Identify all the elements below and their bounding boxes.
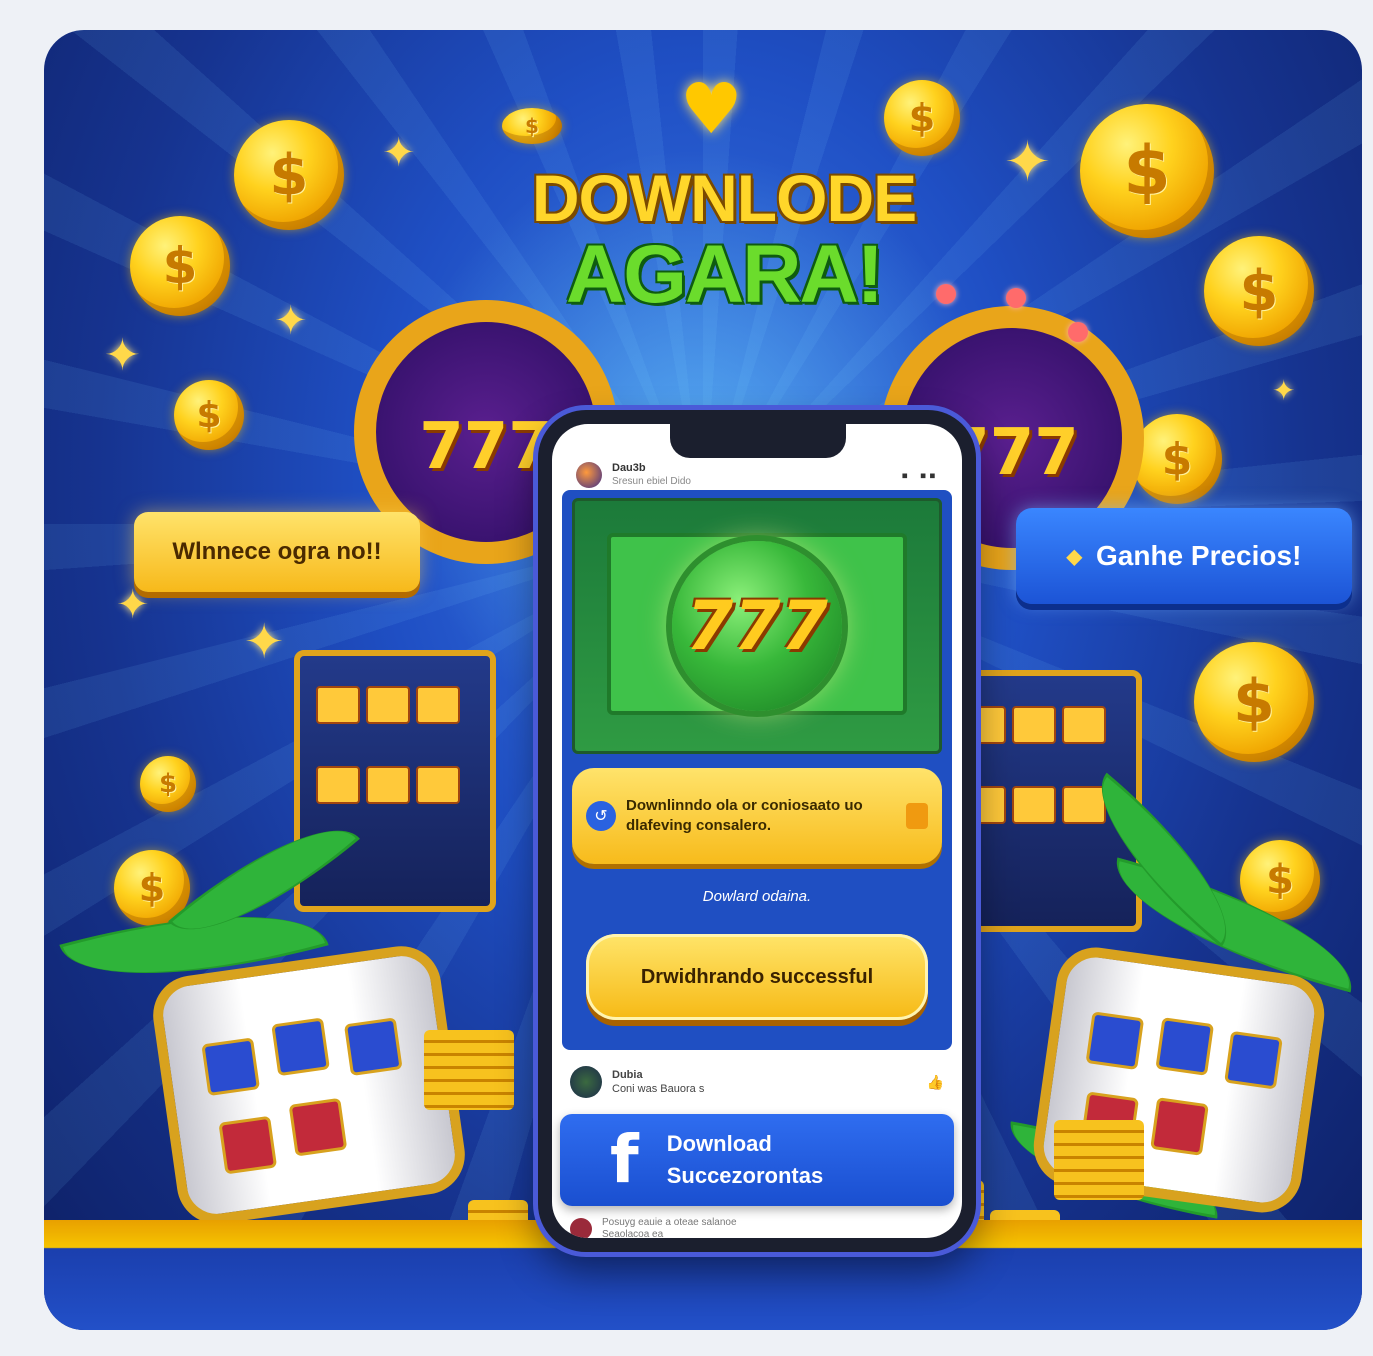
app-panel: 777 ↺ Downlinndo ola or coniosaato uo dl…: [562, 490, 952, 1050]
like-icon[interactable]: 👍: [927, 1074, 944, 1091]
sparkle-icon: ✦: [244, 614, 285, 670]
facebook-button-line-1: Download: [666, 1131, 772, 1156]
avatar: [570, 1066, 602, 1098]
diamond-icon: ◆: [1066, 545, 1082, 568]
facebook-button-line-2: Succezorontas: [666, 1163, 824, 1188]
coin-icon: $: [130, 216, 230, 316]
headline-line-2: AGARA!: [566, 229, 884, 320]
slot-reel-left: [148, 941, 470, 1229]
banner-left[interactable]: Wlnnece ogra no!!: [134, 512, 420, 592]
app-header: Dau3b Sresun ebiel Dido ▪ ▪▪: [576, 460, 938, 490]
feed-post-name: Dubia: [612, 1069, 643, 1081]
app-header-sub: Sresun ebiel Dido: [612, 476, 691, 487]
sparkle-icon: ✦: [104, 330, 141, 381]
phone-notch: [670, 424, 846, 458]
download-notice-text: Downlinndo ola or coniosaato uo dlafevin…: [626, 797, 863, 834]
headline-line-1: DOWNLODE: [531, 161, 917, 235]
phone-screen: Dau3b Sresun ebiel Dido ▪ ▪▪ 777 ↺ Downl…: [552, 424, 962, 1238]
sparkle-icon: ✦: [382, 130, 416, 176]
coin-stack: [424, 1030, 514, 1110]
light-bulb: [1068, 322, 1088, 342]
sparkle-icon: ✦: [1004, 130, 1051, 195]
banner-right[interactable]: ◆ Ganhe Precios!: [1016, 508, 1352, 604]
sparkle-icon: ✦: [274, 298, 308, 344]
banner-left-label: Wlnnece ogra no!!: [172, 538, 382, 565]
coin-icon: $: [1132, 414, 1222, 504]
coin-icon: $: [884, 80, 960, 156]
coin-stack: [1054, 1120, 1144, 1200]
coin-icon: $: [174, 380, 244, 450]
badge-icon: [906, 803, 928, 829]
feed-post-meta: Coni was Bauora s: [612, 1083, 705, 1095]
777-emblem: 777: [672, 541, 842, 711]
coin-icon: $: [1204, 236, 1314, 346]
download-button[interactable]: Drwidhrando successful: [586, 934, 928, 1020]
coin-icon: $: [1194, 642, 1314, 762]
signal-icon: ▪ ▪▪: [901, 468, 938, 482]
coin-icon: $: [1080, 104, 1214, 238]
sparkle-icon: ✦: [1272, 374, 1296, 407]
coin-icon: $: [502, 108, 562, 144]
download-button-label: Drwidhrando successful: [640, 965, 874, 988]
promo-card: $ $ $ $ $ $ $ $ $ $ $ $ ✦ ✦ ✦ ✦ ✦ ✦ ✦ ♥ …: [44, 30, 1362, 1330]
refresh-icon: ↺: [586, 801, 616, 831]
heart-icon: ♥: [680, 68, 743, 150]
hero-banner: 777: [572, 498, 942, 754]
light-bulb: [1006, 288, 1026, 308]
avatar: [570, 1218, 592, 1238]
smartphone: Dau3b Sresun ebiel Dido ▪ ▪▪ 777 ↺ Downl…: [538, 410, 976, 1252]
download-status-label: Dowlard odaina.: [702, 888, 812, 905]
facebook-download-button[interactable]: f Download Succezorontas: [560, 1114, 954, 1206]
banner-right-label: Ganhe Precios!: [1095, 540, 1302, 571]
feed-post: Dubia Coni was Bauora s 👍: [570, 1060, 944, 1104]
app-header-name: Dau3b: [612, 462, 646, 474]
feed-post-2-text: Posuyg eauie a oteae salanoe: [602, 1217, 737, 1228]
slot-machine-left: [294, 650, 496, 912]
download-notice[interactable]: ↺ Downlinndo ola or coniosaato uo dlafev…: [572, 768, 942, 864]
feed-post-2-sub: Seaolacoa ea: [602, 1229, 664, 1238]
coin-icon: $: [234, 120, 344, 230]
avatar: [576, 462, 602, 488]
facebook-icon: f: [610, 1121, 639, 1198]
headline: DOWNLODE AGARA!: [484, 160, 964, 322]
coin-icon: $: [140, 756, 196, 812]
feed-post-2: Posuyg eauie a oteae salanoe Seaolacoa e…: [570, 1214, 944, 1238]
